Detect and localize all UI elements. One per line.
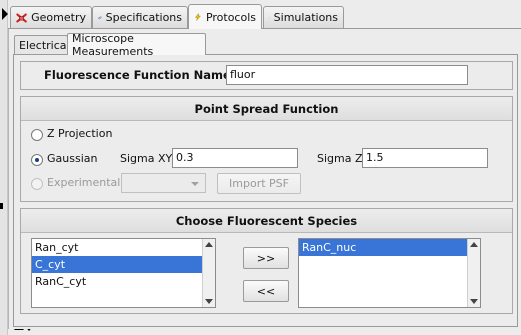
scroll-down-icon[interactable] bbox=[205, 299, 213, 304]
species-group: Choose Fluorescent Species Ran_cyt C_cyt… bbox=[20, 208, 513, 314]
tab-electrical-label: Electrical bbox=[19, 38, 70, 52]
psf-group: Point Spread Function Z Projection Gauss… bbox=[20, 96, 513, 202]
tab-geometry-label: Geometry bbox=[31, 11, 86, 24]
tab-protocols[interactable]: Protocols bbox=[188, 4, 262, 29]
left-splitter[interactable] bbox=[0, 0, 8, 335]
lightning-icon bbox=[195, 12, 201, 21]
experimental-label: Experimental bbox=[47, 176, 121, 189]
gear-icon bbox=[98, 16, 102, 19]
sigma-z-label: Sigma Z bbox=[317, 152, 363, 165]
splitter-grip bbox=[0, 203, 3, 209]
experimental-radio[interactable] bbox=[31, 178, 43, 190]
tab-protocols-label: Protocols bbox=[205, 10, 256, 24]
z-projection-label: Z Projection bbox=[47, 127, 113, 140]
species-title: Choose Fluorescent Species bbox=[21, 209, 512, 233]
function-name-input[interactable]: fluor bbox=[226, 65, 468, 85]
import-psf-button[interactable]: Import PSF bbox=[217, 173, 301, 194]
chosen-list-scrollbar[interactable] bbox=[467, 239, 480, 307]
import-psf-label: Import PSF bbox=[229, 177, 289, 190]
remove-species-button[interactable]: << bbox=[243, 280, 289, 302]
remove-species-label: << bbox=[256, 284, 276, 298]
runner-icon bbox=[269, 17, 270, 18]
function-name-group: Fluorescence Function Name fluor bbox=[20, 61, 513, 90]
gaussian-radio[interactable] bbox=[31, 154, 43, 166]
gaussian-label: Gaussian bbox=[47, 152, 98, 165]
add-species-label: >> bbox=[256, 251, 276, 265]
sigma-xy-label: Sigma XY bbox=[120, 152, 173, 165]
list-item[interactable]: Ran_cyt bbox=[32, 239, 215, 256]
tab-specifications[interactable]: Specifications bbox=[92, 6, 188, 28]
tab-microscope-measurements-label: Microscope Measurements bbox=[72, 31, 154, 58]
psf-title: Point Spread Function bbox=[21, 97, 512, 121]
list-item[interactable]: RanC_cyt bbox=[32, 273, 215, 290]
experimental-psf-select[interactable] bbox=[121, 173, 206, 193]
chosen-species-list[interactable]: RanC_nuc bbox=[298, 238, 481, 308]
tab-electrical[interactable]: Electrical bbox=[14, 35, 70, 54]
tab-simulations[interactable]: Simulations bbox=[263, 6, 344, 28]
scroll-up-icon[interactable] bbox=[205, 242, 213, 247]
tab-specifications-label: Specifications bbox=[105, 11, 182, 24]
available-list-scrollbar[interactable] bbox=[202, 239, 215, 307]
chevron-down-icon bbox=[191, 182, 199, 186]
list-item[interactable]: RanC_nuc bbox=[299, 239, 480, 256]
function-name-label: Fluorescence Function Name bbox=[44, 68, 231, 82]
add-species-button[interactable]: >> bbox=[243, 247, 289, 269]
sigma-z-input[interactable]: 1.5 bbox=[362, 148, 488, 168]
tab-microscope-measurements[interactable]: Microscope Measurements bbox=[67, 31, 206, 58]
scroll-up-icon[interactable] bbox=[470, 242, 478, 247]
tab-simulations-label: Simulations bbox=[273, 11, 338, 24]
tab-geometry[interactable]: Geometry bbox=[10, 6, 92, 28]
sigma-xy-input[interactable]: 0.3 bbox=[172, 148, 298, 168]
z-projection-radio[interactable] bbox=[31, 129, 43, 141]
scroll-down-icon[interactable] bbox=[470, 299, 478, 304]
geometry-icon bbox=[16, 12, 27, 23]
list-item[interactable]: C_cyt bbox=[32, 256, 215, 273]
expand-arrow-icon[interactable] bbox=[2, 8, 8, 20]
available-species-list[interactable]: Ran_cyt C_cyt RanC_cyt bbox=[31, 238, 216, 308]
